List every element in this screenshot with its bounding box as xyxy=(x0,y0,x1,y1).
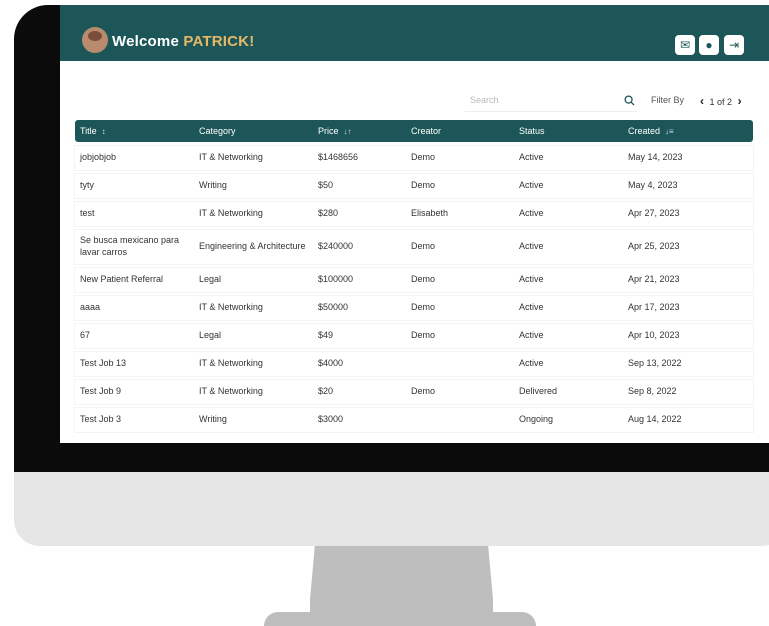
cell-status: Active xyxy=(519,241,544,252)
cell-price: $240000 xyxy=(318,241,354,252)
cell-price: $4000 xyxy=(318,358,344,369)
cell-created: Apr 25, 2023 xyxy=(628,241,680,252)
cell-creator: Demo xyxy=(411,274,436,285)
cell-price: $1468656 xyxy=(318,152,359,163)
prev-page-icon[interactable]: ‹ xyxy=(700,94,704,108)
cell-title: Test Job 3 xyxy=(80,414,122,425)
filter-by-button[interactable]: Filter By xyxy=(651,95,684,105)
cell-status: Ongoing xyxy=(519,414,554,425)
cell-category: IT & Networking xyxy=(199,208,263,219)
cell-price: $100000 xyxy=(318,274,354,285)
sort-icon[interactable]: ↓≡ xyxy=(665,127,674,136)
cell-price: $280 xyxy=(318,208,339,219)
sort-icon[interactable]: ↓↑ xyxy=(344,127,352,136)
cell-status: Active xyxy=(519,330,544,341)
jobs-table: Title ↕ Category Price ↓↑ Creator Status C… xyxy=(75,120,753,432)
table-row[interactable]: Test Job 13 IT & Networking $4000 Active… xyxy=(75,352,753,376)
next-page-icon[interactable]: › xyxy=(738,94,742,108)
cell-status: Active xyxy=(519,302,544,313)
search-input[interactable] xyxy=(465,88,615,112)
welcome-prefix: Welcome xyxy=(112,33,179,50)
pagination: ‹ 1 of 2 › xyxy=(700,94,742,108)
cell-category: IT & Networking xyxy=(199,152,263,163)
cell-creator: Demo xyxy=(411,302,436,313)
cell-status: Active xyxy=(519,358,544,369)
cell-creator: Elisabeth xyxy=(411,208,449,219)
column-header-price[interactable]: Price ↓↑ xyxy=(318,126,352,136)
table-row[interactable]: 67 Legal $49 Demo Active Apr 10, 2023 xyxy=(75,324,753,348)
cell-price: $3000 xyxy=(318,414,344,425)
cell-status: Active xyxy=(519,274,544,285)
cell-category: Engineering & Architecture xyxy=(199,241,306,252)
column-header-creator: Creator xyxy=(411,126,442,136)
cell-title: tyty xyxy=(80,180,95,191)
column-header-status: Status xyxy=(519,126,545,136)
cell-category: Writing xyxy=(199,180,227,191)
table-row[interactable]: test IT & Networking $280 Elisabeth Acti… xyxy=(75,202,753,226)
table-row[interactable]: Se busca mexicano para lavar carros Engi… xyxy=(75,230,753,264)
cell-price: $50 xyxy=(318,180,334,191)
cell-category: IT & Networking xyxy=(199,358,263,369)
welcome-text: Welcome PATRICK! xyxy=(112,33,254,50)
cell-title: Se busca mexicano para lavar carros xyxy=(80,235,180,257)
cell-creator: Demo xyxy=(411,330,436,341)
cell-created: Sep 8, 2022 xyxy=(628,386,677,397)
cell-category: Writing xyxy=(199,414,227,425)
table-row[interactable]: tyty Writing $50 Demo Active May 4, 2023 xyxy=(75,174,753,198)
screen: Welcome PATRICK! ✉ ● ⇥ Filter By ‹ 1 of … xyxy=(60,5,769,443)
cell-created: Apr 21, 2023 xyxy=(628,274,680,285)
cell-title: Test Job 9 xyxy=(80,386,122,397)
cell-created: May 14, 2023 xyxy=(628,152,683,163)
cell-category: Legal xyxy=(199,274,222,285)
message-icon[interactable]: ✉ xyxy=(675,35,695,55)
cell-title: New Patient Referral xyxy=(80,274,164,285)
cell-created: Aug 14, 2022 xyxy=(628,414,682,425)
sort-icon[interactable]: ↕ xyxy=(102,127,106,136)
cell-category: Legal xyxy=(199,330,222,341)
table-header: Title ↕ Category Price ↓↑ Creator Status C… xyxy=(75,120,753,142)
cell-title: Test Job 13 xyxy=(80,358,127,369)
cell-status: Active xyxy=(519,180,544,191)
cell-created: Apr 10, 2023 xyxy=(628,330,680,341)
cell-created: Apr 17, 2023 xyxy=(628,302,680,313)
table-row[interactable]: aaaa IT & Networking $50000 Demo Active … xyxy=(75,296,753,320)
table-row[interactable]: Test Job 3 Writing $3000 Ongoing Aug 14,… xyxy=(75,408,753,432)
app-header: Welcome PATRICK! ✉ ● ⇥ xyxy=(60,5,769,61)
cell-price: $50000 xyxy=(318,302,349,313)
cell-created: Sep 13, 2022 xyxy=(628,358,682,369)
cell-creator: Demo xyxy=(411,241,436,252)
table-row[interactable]: Test Job 9 IT & Networking $20 Demo Deli… xyxy=(75,380,753,404)
cell-creator: Demo xyxy=(411,180,436,191)
cell-creator: Demo xyxy=(411,152,436,163)
cell-price: $49 xyxy=(318,330,334,341)
cell-created: Apr 27, 2023 xyxy=(628,208,680,219)
logout-icon[interactable]: ⇥ xyxy=(724,35,744,55)
cell-title: jobjobjob xyxy=(80,152,117,163)
avatar[interactable] xyxy=(82,27,108,53)
cell-status: Delivered xyxy=(519,386,558,397)
search-icon[interactable] xyxy=(624,95,635,106)
column-header-category: Category xyxy=(199,126,236,136)
cell-status: Active xyxy=(519,152,544,163)
cell-title: test xyxy=(80,208,95,219)
welcome-username: PATRICK! xyxy=(183,33,255,50)
monitor-stand-base xyxy=(264,612,536,626)
cell-price: $20 xyxy=(318,386,334,397)
monitor-bezel: Welcome PATRICK! ✉ ● ⇥ Filter By ‹ 1 of … xyxy=(14,5,769,472)
cell-created: May 4, 2023 xyxy=(628,180,678,191)
search-box xyxy=(465,88,637,112)
cell-title: 67 xyxy=(80,330,91,341)
page-indicator: 1 of 2 xyxy=(709,97,733,107)
cell-category: IT & Networking xyxy=(199,386,263,397)
table-row[interactable]: jobjobjob IT & Networking $1468656 Demo … xyxy=(75,146,753,170)
table-row[interactable]: New Patient Referral Legal $100000 Demo … xyxy=(75,268,753,292)
cell-title: aaaa xyxy=(80,302,101,313)
column-header-created[interactable]: Created ↓≡ xyxy=(628,126,674,136)
cell-status: Active xyxy=(519,208,544,219)
cell-category: IT & Networking xyxy=(199,302,263,313)
bell-icon[interactable]: ● xyxy=(699,35,719,55)
column-header-title[interactable]: Title ↕ xyxy=(80,126,106,136)
cell-creator: Demo xyxy=(411,386,436,397)
